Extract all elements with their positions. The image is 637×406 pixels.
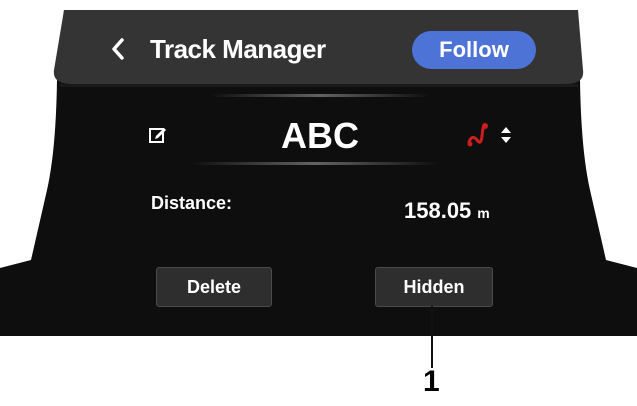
track-name: ABC (281, 115, 359, 156)
page-title: Track Manager (150, 34, 326, 64)
distance-unit: m (477, 205, 490, 221)
callout-number: 1 (423, 365, 440, 398)
edit-icon (149, 128, 166, 143)
edit-button[interactable] (148, 124, 168, 144)
delete-button[interactable]: Delete (156, 267, 272, 307)
distance-label: Distance: (151, 193, 233, 213)
route-icon (466, 120, 492, 150)
divider (210, 94, 430, 97)
back-button[interactable] (108, 34, 128, 64)
sort-icon (501, 127, 511, 143)
divider (190, 162, 440, 165)
distance-value: 158.05 m (404, 198, 490, 224)
follow-button[interactable]: Follow (412, 31, 536, 69)
back-icon (112, 38, 124, 60)
sort-button[interactable] (499, 124, 513, 146)
distance-number: 158.05 (404, 198, 472, 223)
callout-line (431, 306, 433, 368)
hidden-button[interactable]: Hidden (375, 267, 493, 307)
